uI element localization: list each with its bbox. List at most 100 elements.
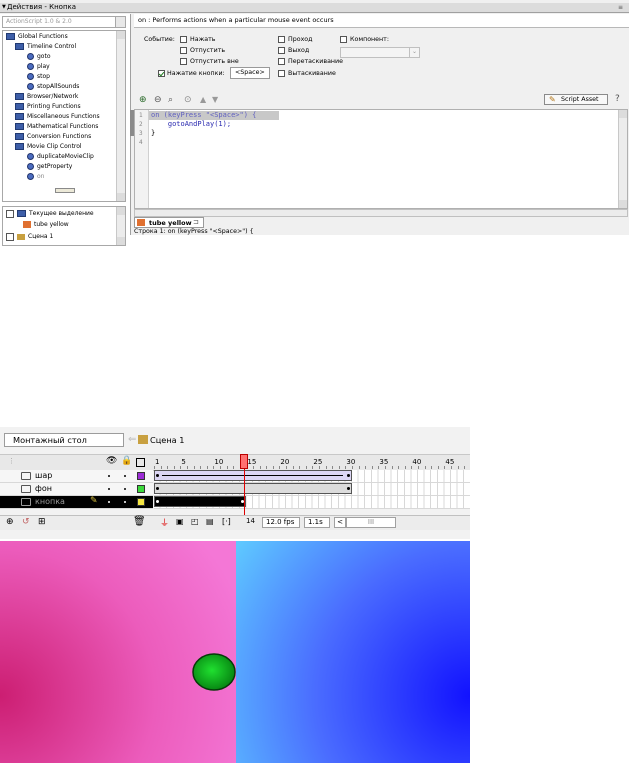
tree-item-stopallsounds[interactable]: stopAllSounds xyxy=(27,82,79,92)
drag-out-checkbox[interactable] xyxy=(278,70,285,77)
tree-item-miscellaneous-functions[interactable]: Miscellaneous Functions xyxy=(15,112,100,122)
playhead[interactable] xyxy=(240,454,248,469)
scroll-down-icon[interactable] xyxy=(619,200,627,208)
keyframe-dot[interactable] xyxy=(156,474,159,477)
visibility-dot[interactable] xyxy=(108,488,110,490)
panel-menu-icon[interactable]: ≡ xyxy=(618,3,623,12)
frame-row[interactable] xyxy=(154,470,470,483)
scroll-down-icon[interactable] xyxy=(117,237,125,245)
lock-dot[interactable] xyxy=(124,475,126,477)
keyframe-dot[interactable] xyxy=(156,500,159,503)
end-keyframe-dot[interactable] xyxy=(347,474,350,477)
lock-dot[interactable] xyxy=(124,501,126,503)
code-editor[interactable]: 1 2 3 4 on (keyPress "<Space>") { gotoAn… xyxy=(134,109,628,209)
back-arrow-icon[interactable]: ⇐ xyxy=(128,434,136,445)
stage-tab[interactable]: Монтажный стол xyxy=(4,433,124,447)
grip-icon[interactable]: ⋮ xyxy=(8,457,15,465)
script-assist-button[interactable]: ✎ Script Asset xyxy=(544,94,608,105)
layer-color-swatch[interactable] xyxy=(137,485,145,493)
release-outside-checkbox[interactable] xyxy=(180,58,187,65)
scene-breadcrumb[interactable]: Сцена 1 xyxy=(150,435,185,445)
remove-item-icon[interactable]: ⊖ xyxy=(154,95,162,105)
navigator-scrollbar[interactable] xyxy=(116,207,125,245)
scroll-down-icon[interactable] xyxy=(117,193,125,201)
component-checkbox[interactable] xyxy=(340,36,347,43)
stage-canvas[interactable] xyxy=(0,539,470,763)
green-ball[interactable] xyxy=(192,653,236,691)
edit-multiple-icon[interactable]: ▤ xyxy=(206,517,214,526)
tree-item-getproperty[interactable]: getProperty xyxy=(27,162,72,172)
tree-item-browser-network[interactable]: Browser/Network xyxy=(15,92,78,102)
fps-field[interactable]: 12.0 fps xyxy=(262,517,300,528)
frame-row[interactable] xyxy=(154,496,470,509)
find-icon[interactable]: ⌕ xyxy=(168,95,173,105)
script-tab[interactable]: tube yellow ⊐ xyxy=(134,217,204,228)
move-down-icon[interactable]: ▼ xyxy=(212,95,218,104)
insert-layer-icon[interactable]: ⊕ xyxy=(6,517,14,527)
center-frame-icon[interactable]: ⏚ xyxy=(160,516,169,529)
code-horizontal-scrollbar[interactable] xyxy=(134,209,628,217)
frame-ruler[interactable]: 1 5 10 15 20 25 30 35 40 45 xyxy=(154,455,470,470)
time-field[interactable]: 1.1s xyxy=(304,517,330,528)
eye-icon[interactable]: 👁 xyxy=(106,456,117,466)
move-up-icon[interactable]: ▲ xyxy=(200,95,206,104)
add-item-icon[interactable]: ⊕ xyxy=(139,95,147,105)
layer-color-swatch[interactable] xyxy=(137,498,145,506)
key-input[interactable]: <Space> xyxy=(230,67,270,79)
drag-over-checkbox[interactable] xyxy=(278,58,285,65)
layer-row[interactable]: фон xyxy=(0,483,153,496)
collapse-arrow-icon[interactable]: ▼ xyxy=(2,3,6,12)
lock-dot[interactable] xyxy=(124,488,126,490)
navigator-tube-yellow[interactable]: tube yellow xyxy=(23,220,69,230)
roll-out-checkbox[interactable] xyxy=(278,47,285,54)
scroll-left-icon[interactable]: < xyxy=(334,517,346,528)
onion-skin-icon[interactable]: ▣ xyxy=(176,517,184,526)
tree-item-mathematical-functions[interactable]: Mathematical Functions xyxy=(15,122,98,132)
key-press-checkbox[interactable] xyxy=(158,70,165,77)
end-keyframe-dot[interactable] xyxy=(347,487,350,490)
visibility-dot[interactable] xyxy=(108,501,110,503)
help-icon[interactable]: ? xyxy=(615,94,620,104)
tree-item-stop[interactable]: stop xyxy=(27,72,50,82)
scroll-up-icon[interactable] xyxy=(117,207,125,215)
actions-panel-title-bar[interactable]: Действия - Кнопка ▼ ≡ xyxy=(0,3,629,13)
motion-guide-icon[interactable]: ↺ xyxy=(22,517,30,527)
roll-over-checkbox[interactable] xyxy=(278,36,285,43)
frame-span[interactable] xyxy=(154,483,352,494)
timeline-scroll-thumb[interactable]: III xyxy=(346,517,396,528)
frame-row[interactable] xyxy=(154,483,470,496)
visibility-dot[interactable] xyxy=(108,475,110,477)
insert-folder-icon[interactable]: ⊞ xyxy=(38,517,46,527)
toolbox-scrollbar[interactable] xyxy=(116,31,125,201)
tree-item-timeline-control[interactable]: Timeline Control xyxy=(15,42,76,52)
lock-icon[interactable]: 🔒 xyxy=(121,456,132,466)
chevron-down-icon[interactable]: ⌄ xyxy=(409,48,419,57)
navigator-scene-1[interactable]: Сцена 1 xyxy=(6,232,53,242)
tree-item-on[interactable]: on xyxy=(27,172,44,182)
outline-icon[interactable] xyxy=(136,458,145,467)
toolbox-collapse-handle[interactable] xyxy=(55,188,75,193)
layer-color-swatch[interactable] xyxy=(137,472,145,480)
tree-item-goto[interactable]: goto xyxy=(27,52,51,62)
chevron-down-icon[interactable] xyxy=(115,17,125,27)
collapse-box-icon[interactable] xyxy=(6,232,14,241)
component-select[interactable]: ⌄ xyxy=(340,47,420,58)
layer-row[interactable]: кнопка ✎ xyxy=(0,496,153,509)
actionscript-version-select[interactable]: ActionScript 1.0 & 2.0 xyxy=(2,16,126,28)
collapse-box-icon[interactable] xyxy=(6,209,14,218)
pin-icon[interactable]: ⊐ xyxy=(193,218,199,226)
navigator-current-selection[interactable]: Текущее выделение xyxy=(6,209,94,219)
tree-item-duplicatemovieclip[interactable]: duplicateMovieClip xyxy=(27,152,94,162)
layer-row[interactable]: шар xyxy=(0,470,153,483)
tree-item-printing-functions[interactable]: Printing Functions xyxy=(15,102,81,112)
frame-span[interactable] xyxy=(154,496,247,507)
scroll-up-icon[interactable] xyxy=(117,31,125,39)
press-checkbox[interactable] xyxy=(180,36,187,43)
code-scrollbar[interactable] xyxy=(618,110,627,208)
tree-item-play[interactable]: play xyxy=(27,62,50,72)
tree-item-conversion-functions[interactable]: Conversion Functions xyxy=(15,132,91,142)
keyframe-dot[interactable] xyxy=(156,487,159,490)
onion-outline-icon[interactable]: ◰ xyxy=(191,517,199,526)
scroll-up-icon[interactable] xyxy=(619,110,627,118)
release-checkbox[interactable] xyxy=(180,47,187,54)
